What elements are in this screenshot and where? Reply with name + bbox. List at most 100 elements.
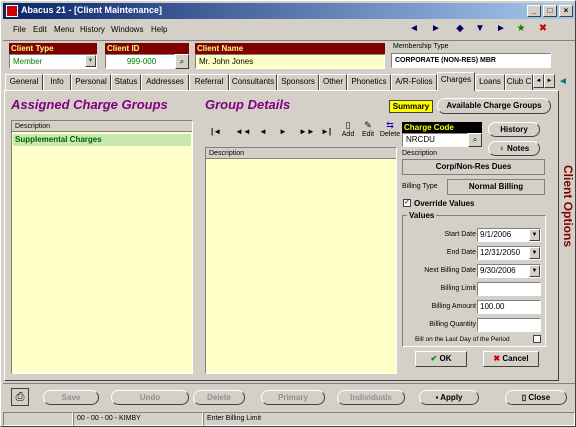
delete-label: Delete [379,131,401,138]
client-options-label: Client Options [561,165,575,247]
tab-club[interactable]: Club C [505,74,533,90]
tab-consultants[interactable]: Consultants [229,74,277,90]
billing-type-label: Billing Type [402,183,438,190]
chevron-down-icon[interactable]: ▼ [529,247,540,259]
edit-icon: ✎ [364,120,372,130]
forward-arrow-icon[interactable]: ► [429,22,443,36]
billing-amount-label: Billing Amount [431,303,476,310]
apply-button[interactable]: ▪ Apply [419,390,479,405]
tab-phonetics[interactable]: Phonetics [347,74,391,90]
maximize-button[interactable]: □ [543,5,557,17]
close-label: Close [528,393,551,402]
history-button[interactable]: History [488,122,540,137]
apply-label: Apply [440,393,463,402]
tab-addresses[interactable]: Addresses [141,74,189,90]
tab-other[interactable]: Other [319,74,347,90]
charge-code-input[interactable]: NRCDU [402,133,468,147]
status-panel-blank [3,412,73,426]
client-options-sidebar[interactable]: Client Options [559,91,575,379]
billing-amount-input[interactable]: 100.00 [477,300,541,314]
menu-bar: File Edit Menu History Windows Help [3,21,575,39]
save-button[interactable]: Save [43,390,99,405]
membership-type-field: CORPORATE (NON-RES) MBR [391,53,551,68]
individuals-button[interactable]: Individuals [337,390,405,405]
tab-referral[interactable]: Referral [189,74,229,90]
next-page-icon[interactable]: ►► [299,127,315,136]
add-button[interactable]: ▯ Add [339,120,357,142]
next-billing-date-input[interactable]: 9/30/2006 ▼ [477,264,541,278]
up-arrow-icon[interactable]: ◆ [453,22,467,36]
nav-arrow-icon[interactable]: ► [494,22,508,36]
primary-button[interactable]: Primary [261,390,325,405]
minimize-button[interactable]: _ [527,5,541,17]
menu-history[interactable]: History [80,25,105,34]
billing-quantity-input[interactable] [477,318,541,332]
billing-limit-label: Billing Limit [440,285,476,292]
tab-info[interactable]: Info [43,74,71,90]
client-name-field[interactable]: Mr. John Jones [195,54,385,69]
tab-status[interactable]: Status [111,74,141,90]
prev-record-icon[interactable]: ◄ [259,127,267,136]
client-type-select[interactable]: Member ▼ [9,54,97,69]
delete-record-button[interactable]: Delete [193,390,245,405]
divider [3,383,575,384]
delete-icon: ⇆ [386,120,394,130]
tab-scroll-right-icon[interactable]: ► [544,74,555,88]
ok-button[interactable]: ✔ OK [415,351,467,367]
notes-button[interactable]: ♀ Notes [488,141,540,156]
chevron-down-icon[interactable]: ▼ [529,229,540,241]
bill-last-day-checkbox[interactable] [533,335,541,343]
exit-icon[interactable]: ★ [514,22,528,36]
title-bar: Abacus 21 - [Client Maintenance] _ □ × [3,3,575,19]
chevron-down-icon[interactable]: ▼ [529,265,540,277]
tab-ar-folios[interactable]: A/R-Folios [391,74,437,90]
details-description-header: Description [206,148,396,159]
cancel-label: Cancel [502,354,529,363]
group-details-title: Group Details [205,97,291,112]
client-maintenance-window: Abacus 21 - [Client Maintenance] _ □ × F… [0,0,576,427]
add-label: Add [341,131,355,138]
undo-button[interactable]: Undo [111,390,189,405]
menu-menu[interactable]: Menu [54,25,74,34]
override-values-checkbox[interactable]: ✓ [403,199,411,207]
menu-help[interactable]: Help [151,25,167,34]
start-date-input[interactable]: 9/1/2006 ▼ [477,228,541,242]
start-date-label: Start Date [444,231,476,238]
chevron-down-icon[interactable]: ▼ [85,55,96,67]
last-record-icon[interactable]: ►| [321,127,331,136]
billing-limit-input[interactable] [477,282,541,296]
printer-icon[interactable]: ⎙ [11,388,29,406]
end-date-input[interactable]: 12/31/2050 ▼ [477,246,541,260]
list-item[interactable]: Supplemental Charges [13,134,191,146]
first-record-icon[interactable]: |◄ [211,127,221,136]
client-id-input[interactable]: 999-000 [105,54,175,69]
available-charge-groups-button[interactable]: Available Charge Groups [437,98,551,114]
tab-scroll-left-icon[interactable]: ◄ [533,74,544,88]
menu-file[interactable]: File [13,25,26,34]
close-button[interactable]: ▯ Close [505,390,567,405]
tab-sponsors[interactable]: Sponsors [277,74,319,90]
menu-edit[interactable]: Edit [33,25,47,34]
delete-button[interactable]: ⇆ Delete [379,120,401,142]
group-details-list[interactable]: Description [205,147,397,374]
menu-windows[interactable]: Windows [111,25,143,34]
side-collapse-icon[interactable]: ◄ [558,76,568,87]
assigned-groups-list[interactable]: Description Supplemental Charges [11,120,193,374]
tab-loans[interactable]: Loans [475,74,505,90]
tab-charges[interactable]: Charges [437,72,475,91]
charge-code-search-icon[interactable]: ⌕ [468,133,482,147]
end-date-label: End Date [446,249,476,256]
tab-personal[interactable]: Personal [71,74,111,90]
down-arrow-icon[interactable]: ▼ [473,22,487,36]
tab-general[interactable]: General [5,74,43,90]
tools-icon[interactable]: ✖ [536,22,550,36]
summary-button[interactable]: Summary [389,100,433,113]
edit-button[interactable]: ✎ Edit [359,120,377,142]
search-icon[interactable]: ⌕ [175,54,189,69]
back-arrow-icon[interactable]: ◄ [407,22,421,36]
next-record-icon[interactable]: ► [279,127,287,136]
edit-label: Edit [361,131,375,138]
close-window-button[interactable]: × [559,5,573,17]
prev-page-icon[interactable]: ◄◄ [235,127,251,136]
cancel-button[interactable]: ✖ Cancel [483,351,539,367]
